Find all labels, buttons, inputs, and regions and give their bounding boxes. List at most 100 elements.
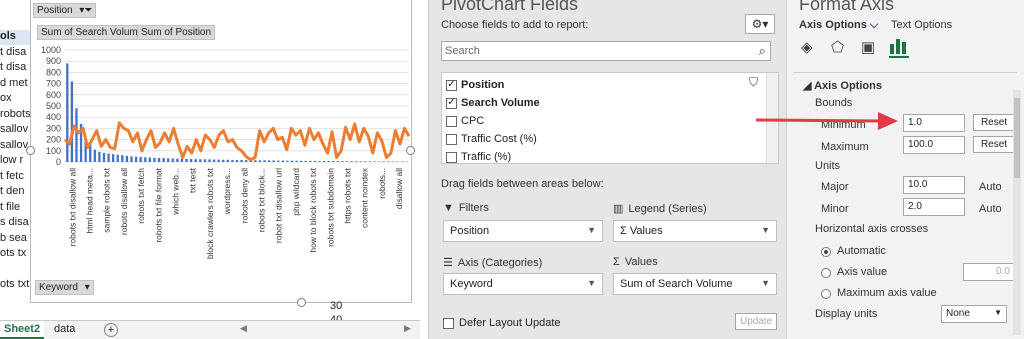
maximum-input[interactable]: 100.0 (903, 136, 965, 154)
bar (373, 161, 376, 162)
field-checkbox[interactable]: ✓ (446, 97, 457, 109)
defer-label: Defer Layout Update (459, 317, 561, 329)
radio-axis-value[interactable] (821, 268, 831, 278)
defer-layout-checkbox[interactable]: Defer Layout Update (443, 317, 561, 329)
bar (364, 161, 367, 162)
bar (217, 159, 220, 162)
position-field-label: Position (37, 5, 73, 16)
row-label: robots (0, 107, 30, 120)
field-item[interactable]: CPC (446, 113, 484, 129)
tab-sheet2[interactable]: Sheet2 (0, 321, 45, 339)
axis-keyword-item[interactable]: Keyword ▼ (443, 273, 603, 295)
scroll-left-arrow[interactable]: ◀ (236, 321, 251, 339)
row-label: ots tx (0, 247, 27, 259)
bar (189, 158, 193, 162)
sum-position-field[interactable]: Sum of Position (137, 25, 216, 40)
radio-maximum-axis-value[interactable] (821, 289, 831, 299)
axis-value-input[interactable]: 0.0 (963, 263, 1015, 281)
resize-handle[interactable] (406, 146, 415, 155)
pane-title: Format Axis (799, 0, 895, 14)
row-label: t disa (0, 61, 27, 73)
minimum-input[interactable]: 1.0 (903, 114, 965, 132)
size-properties-icon[interactable]: ▣ (861, 38, 875, 56)
maximum-reset-button[interactable]: Reset (973, 136, 1015, 153)
sum-search-volume-field[interactable]: Sum of Search Volume (37, 25, 148, 40)
field-item[interactable]: ✓ Search Volume (446, 95, 540, 111)
field-list-scrollbar[interactable] (766, 73, 778, 163)
legend-values-item[interactable]: Σ Values ▼ (613, 220, 777, 242)
field-label: CPC (461, 115, 485, 127)
scrollbar-thumb[interactable] (1014, 98, 1020, 178)
worksheet-area: ols t disa t disa d met ox robots sallov sallov… (0, 0, 420, 339)
filter-icon[interactable]: ⛉ (749, 75, 758, 90)
scrollbar[interactable] (1013, 90, 1021, 335)
y-tick-label: 300 (46, 123, 61, 133)
display-units-select[interactable]: None ▼ (941, 305, 1007, 323)
choose-fields-label: Choose fields to add to report: (441, 19, 589, 31)
field-checkbox[interactable] (446, 133, 457, 145)
row-label: ots txt (0, 278, 30, 290)
major-input[interactable]: 10.0 (903, 176, 965, 194)
effects-icon[interactable]: ⬠ (831, 38, 844, 56)
bar (240, 159, 243, 162)
bar (300, 160, 303, 162)
x-tick-label: which web... (171, 168, 181, 216)
tab-axis-options[interactable]: Axis Options ⌵ (799, 19, 878, 32)
update-button[interactable]: Update (735, 313, 777, 330)
minor-auto-button[interactable]: Auto (979, 203, 1002, 215)
values-sum-search-volume-item[interactable]: Sum of Search Volume ▼ (613, 273, 777, 295)
gear-icon[interactable]: ⚙▾ (745, 14, 775, 34)
bar (125, 155, 129, 162)
field-checkbox[interactable]: ✓ (446, 79, 457, 91)
y-tick-label: 700 (46, 79, 61, 89)
bar (185, 158, 188, 162)
scroll-right-arrow[interactable]: ▶ (400, 321, 415, 339)
resize-handle[interactable] (297, 298, 306, 307)
pivotchart-fields-pane: PivotChart Fields Choose fields to add t… (428, 0, 786, 339)
resize-handle[interactable] (26, 146, 35, 155)
section-axis-options[interactable]: ◢ Axis Options (803, 79, 882, 92)
field-checkbox[interactable] (446, 151, 457, 163)
x-tick-label: txt test (188, 167, 198, 193)
tab-text-options[interactable]: Text Options (891, 19, 952, 31)
field-item[interactable]: Traffic Cost (%) (446, 131, 537, 147)
major-auto-button[interactable]: Auto (979, 181, 1002, 193)
minor-input[interactable]: 2.0 (903, 198, 965, 216)
x-tick-label: disallow all (394, 168, 404, 209)
bar (212, 159, 216, 162)
bar (75, 108, 78, 162)
add-sheet-button[interactable]: + (104, 323, 118, 337)
bar (176, 158, 179, 162)
bounds-label: Bounds (815, 97, 853, 109)
x-tick-label: block crawlers robots txt (205, 167, 215, 259)
bar (382, 161, 385, 162)
field-label: Traffic Cost (%) (461, 133, 537, 145)
axis-options-icon[interactable] (889, 36, 909, 58)
axis-value: Keyword (450, 278, 493, 290)
bar (272, 160, 275, 162)
position-field-button[interactable]: Position ▾⏷ (33, 3, 97, 18)
field-checkbox[interactable] (446, 115, 457, 127)
field-item[interactable]: Traffic (%) (446, 149, 511, 165)
bar (345, 161, 349, 162)
filters-position-item[interactable]: Position ▼ (443, 220, 603, 242)
bar (157, 157, 161, 162)
minimum-reset-button[interactable]: Reset (973, 114, 1015, 131)
bar (254, 160, 257, 162)
chart-plot: 10009008007006005004003002001000robots t… (41, 45, 411, 259)
pivot-chart[interactable]: Position ▾⏷ Sum of Search Volume Sum of … (30, 0, 412, 303)
x-tick-label: robot txt disallow url (274, 168, 284, 243)
bar (258, 160, 262, 162)
fill-line-icon[interactable]: ◈ (801, 38, 813, 56)
axis-area-header: ☰ Axis (Categories) (443, 256, 542, 270)
tab-data[interactable]: data (50, 321, 79, 339)
radio-automatic[interactable] (821, 247, 831, 257)
x-tick-label: robots txt block... (257, 168, 267, 232)
axis-icon: ☰ (443, 257, 453, 269)
keyword-field-button[interactable]: Keyword ▾ (35, 280, 94, 295)
checkbox[interactable] (443, 317, 454, 329)
search-input[interactable]: Search ⌕ (441, 41, 771, 61)
field-item[interactable]: ✓ Position (446, 77, 504, 93)
horizontal-axis-crosses-label: Horizontal axis crosses (815, 223, 929, 235)
values-label: Values (624, 256, 658, 268)
